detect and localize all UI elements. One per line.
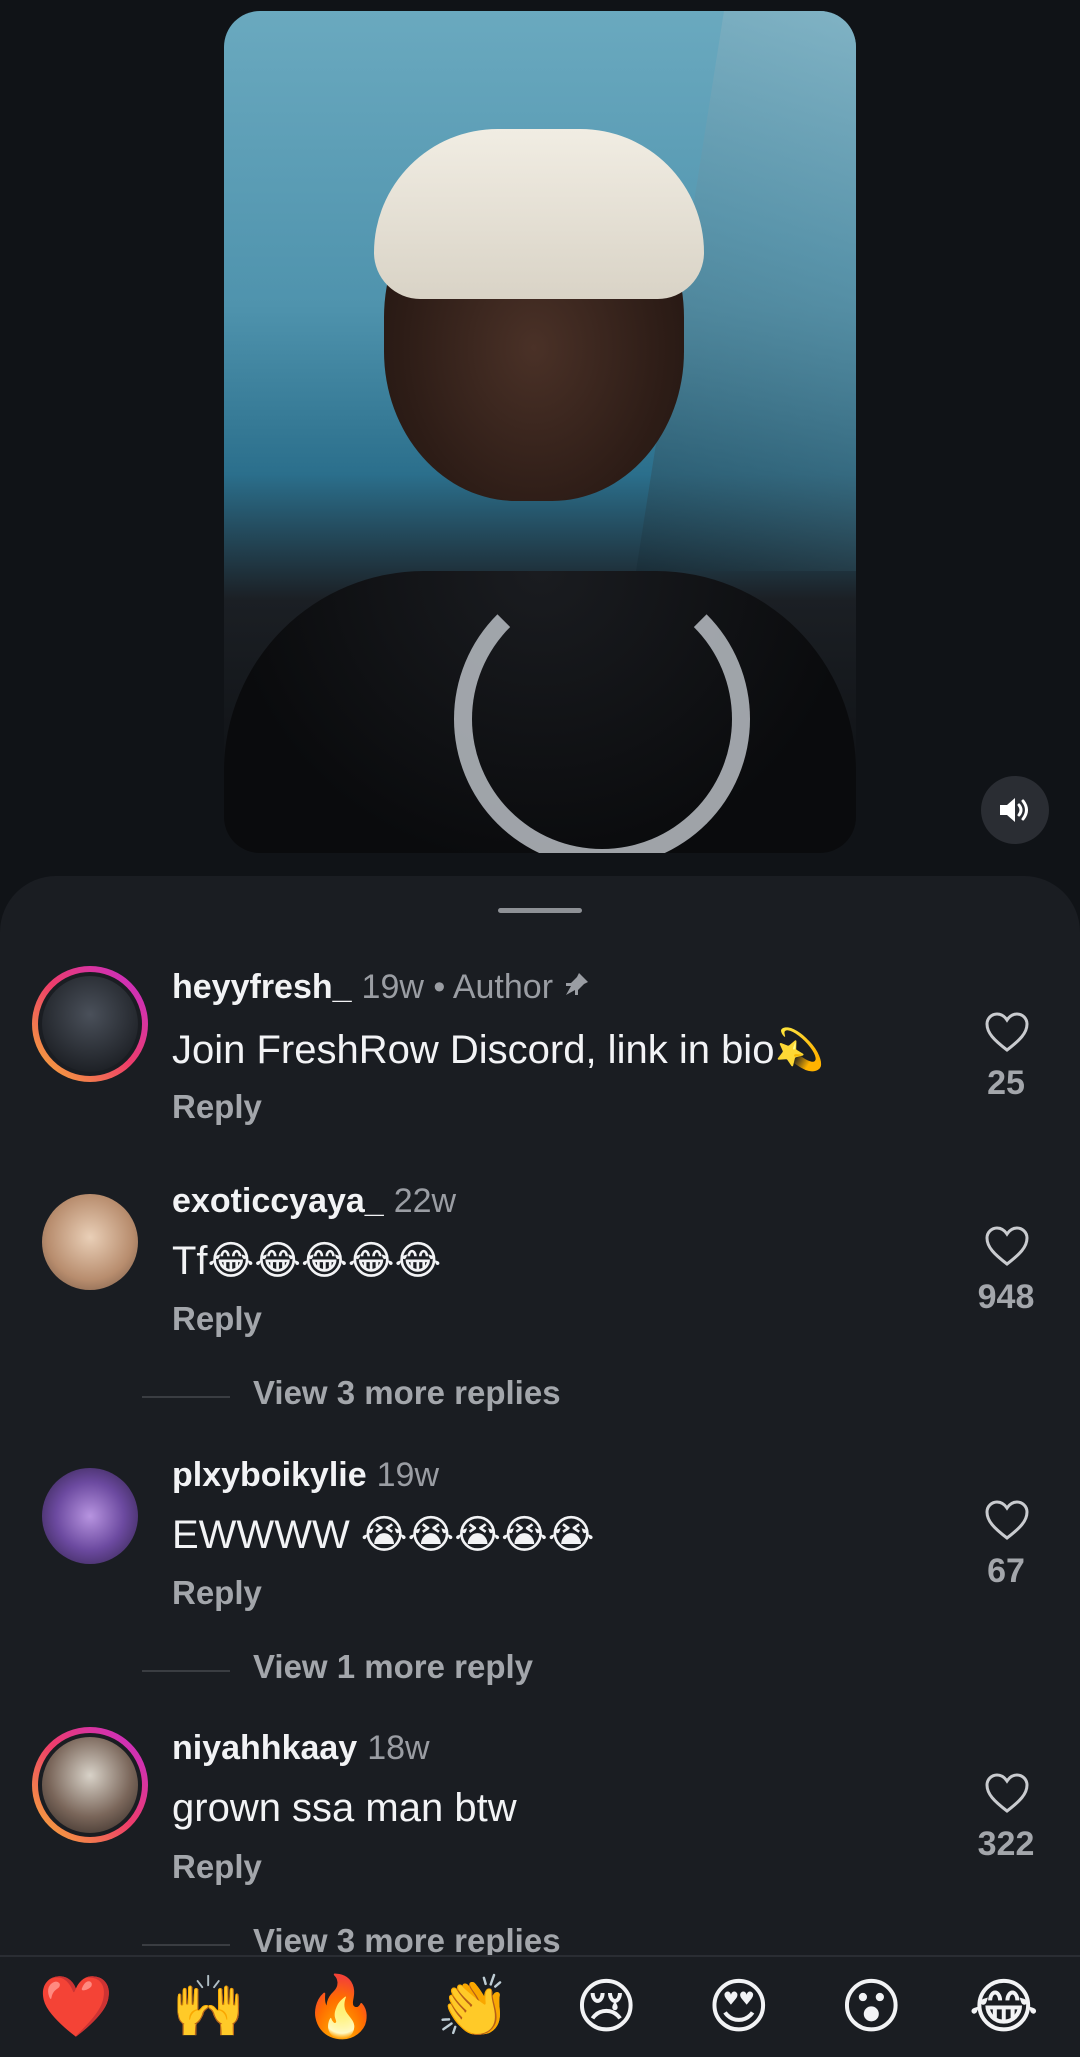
comment-header: heyyfresh_ 19w • Author	[172, 968, 591, 1009]
emoji-clapping-hands[interactable]: 👏	[419, 1977, 529, 2037]
reply-button[interactable]: Reply	[172, 1088, 262, 1126]
like-count: 322	[977, 1825, 1035, 1863]
app-root: heyyfresh_ 19w • Author Join FreshRow Dis…	[0, 0, 1080, 2057]
thread-line	[142, 1670, 230, 1672]
view-more-replies-label[interactable]: View 3 more replies	[253, 1374, 561, 1412]
video-subject-beanie	[374, 129, 704, 299]
reply-button[interactable]: Reply	[172, 1574, 262, 1612]
comment-meta: 22w	[393, 1182, 457, 1220]
comment-username[interactable]: exoticcyaya_	[172, 1182, 384, 1220]
emoji-heart-eyes[interactable]: 😍	[684, 1977, 794, 2037]
comment-username[interactable]: heyyfresh_	[172, 968, 352, 1006]
emoji-tears-of-joy[interactable]: 😂	[949, 1977, 1059, 2037]
comment-meta: 18w	[367, 1729, 430, 1767]
emoji-surprised-face[interactable]: 😮	[816, 1977, 926, 2037]
comment-username[interactable]: niyahhkaay	[172, 1729, 357, 1767]
avatar[interactable]	[32, 1184, 148, 1300]
thread-line	[142, 1944, 230, 1946]
avatar[interactable]	[32, 1727, 148, 1843]
view-more-replies[interactable]: View 1 more reply	[0, 1648, 1080, 1692]
like-count: 67	[987, 1552, 1025, 1590]
avatar[interactable]	[32, 966, 148, 1082]
emoji-crying-face[interactable]: 😢	[551, 1977, 661, 2037]
heart-icon[interactable]	[984, 1772, 1030, 1814]
video-subject-chain	[454, 571, 750, 853]
heart-icon[interactable]	[984, 1011, 1030, 1053]
reply-button[interactable]: Reply	[172, 1300, 262, 1338]
view-more-replies-label[interactable]: View 1 more reply	[253, 1648, 533, 1686]
like-count: 25	[987, 1064, 1025, 1102]
sheet-drag-handle[interactable]	[498, 908, 582, 913]
heart-icon[interactable]	[984, 1499, 1030, 1541]
comment-text: EWWWW 😭😭😭😭😭	[172, 1513, 595, 1557]
comments-sheet[interactable]: heyyfresh_ 19w • Author Join FreshRow Dis…	[0, 876, 1080, 2057]
comment-text: Join FreshRow Discord, link in bio💫	[172, 1028, 825, 1072]
speaker-on-icon	[1000, 798, 1028, 822]
comment-username[interactable]: plxyboikylie	[172, 1456, 367, 1494]
emoji-raising-hands[interactable]: 🙌	[154, 1977, 264, 2037]
heart-icon[interactable]	[984, 1225, 1030, 1267]
comment-text: Tf😂😂😂😂😂	[172, 1239, 442, 1283]
view-more-replies[interactable]: View 3 more replies	[0, 1374, 1080, 1418]
reply-button[interactable]: Reply	[172, 1848, 262, 1886]
comment-meta: 19w • Author	[361, 968, 554, 1006]
comment-header: exoticcyaya_ 22w	[172, 1182, 456, 1221]
volume-button[interactable]	[981, 776, 1049, 844]
like-count: 948	[977, 1278, 1035, 1316]
emoji-fire[interactable]: 🔥	[286, 1977, 396, 2037]
comment-text: grown ssa man btw	[172, 1786, 517, 1830]
reel-video[interactable]	[224, 11, 856, 853]
comment-header: niyahhkaay 18w	[172, 1729, 430, 1768]
comment-header: plxyboikylie 19w	[172, 1456, 439, 1495]
avatar[interactable]	[32, 1458, 148, 1574]
emoji-red-heart[interactable]: ❤️	[21, 1977, 131, 2037]
quick-reaction-bar: ❤️ 🙌 🔥 👏 😢 😍 😮 😂	[0, 1955, 1080, 2057]
comment-meta: 19w	[376, 1456, 440, 1494]
pin-icon	[561, 970, 591, 1009]
thread-line	[142, 1396, 230, 1398]
